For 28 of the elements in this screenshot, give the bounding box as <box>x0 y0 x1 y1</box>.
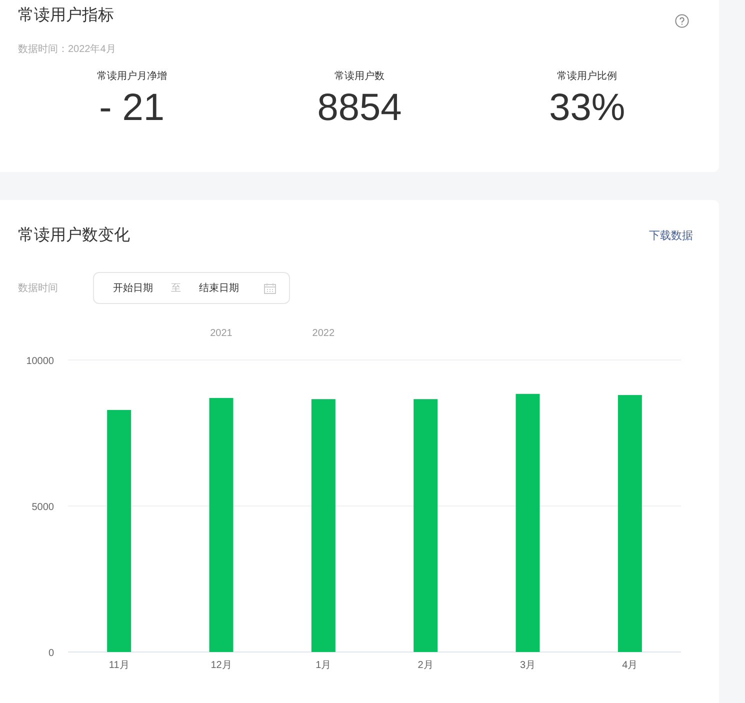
filter-label: 数据时间 <box>18 282 59 296</box>
range-separator: 至 <box>171 282 181 296</box>
download-link[interactable]: 下载数据 <box>649 228 693 244</box>
metric-value: - 21 <box>99 86 165 131</box>
card-title: 常读用户数变化 <box>18 226 130 246</box>
date-range-field[interactable]: 开始日期 至 结束日期 <box>93 272 290 304</box>
metric-value: 8854 <box>317 86 402 131</box>
x-tick-label: 11月 <box>108 660 130 671</box>
y-tick-label: 0 <box>48 648 54 659</box>
x-tick-label: 12月 <box>210 660 232 671</box>
end-date-placeholder: 结束日期 <box>199 282 239 296</box>
x-tick-label: 2月 <box>418 660 434 671</box>
card-title: 常读用户指标 <box>18 6 114 26</box>
metric-label: 常读用户数 <box>334 70 384 84</box>
x-tick-label: 4月 <box>622 660 638 671</box>
year-label: 2021 <box>210 328 232 339</box>
start-date-placeholder: 开始日期 <box>113 282 153 296</box>
metric-label: 常读用户比例 <box>557 70 618 84</box>
help-icon[interactable] <box>675 14 689 28</box>
data-time: 数据时间：2022年4月 <box>18 42 117 57</box>
x-tick-label: 3月 <box>520 660 536 671</box>
y-tick-label: 5000 <box>32 502 54 513</box>
x-tick-label: 1月 <box>316 660 332 671</box>
calendar-icon <box>264 282 276 294</box>
metric-value: 33% <box>549 86 626 131</box>
metric-label: 常读用户月净增 <box>96 70 167 84</box>
y-tick-label: 10000 <box>26 356 54 367</box>
year-label: 2022 <box>312 328 335 339</box>
